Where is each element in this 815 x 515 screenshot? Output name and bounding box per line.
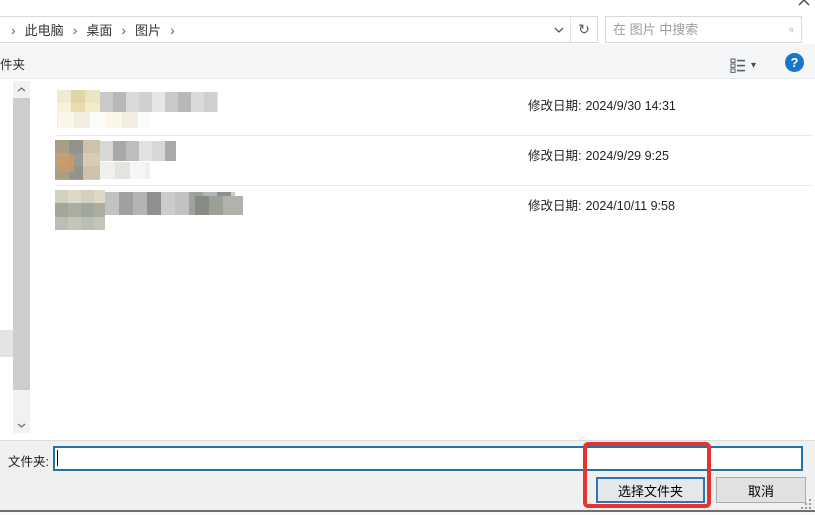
breadcrumb-desktop[interactable]: 桌面 — [86, 20, 112, 39]
row-divider — [57, 185, 813, 186]
modified-date: 修改日期:2024/9/30 14:31 — [528, 95, 676, 114]
search-icon[interactable] — [789, 23, 794, 37]
file-list[interactable] — [0, 79, 815, 439]
chevron-down-icon — [554, 27, 564, 33]
folder-name-censored[interactable] — [100, 141, 176, 161]
new-folder-button-partial[interactable]: 件夹 — [0, 54, 25, 73]
modified-date: 修改日期:2024/9/29 9:25 — [528, 145, 669, 164]
refresh-icon: ↻ — [578, 21, 590, 38]
folder-name-input[interactable] — [53, 446, 803, 471]
close-icon[interactable] — [797, 0, 813, 9]
breadcrumb-this-pc[interactable]: 此电脑 — [25, 20, 64, 39]
cancel-button[interactable]: 取消 — [716, 477, 806, 503]
vertical-scrollbar[interactable] — [13, 81, 30, 433]
chevron-down-icon: ▾ — [751, 60, 756, 71]
search-input[interactable] — [613, 22, 789, 37]
chevron-right-icon: › — [2, 23, 25, 37]
modified-date: 修改日期:2024/10/11 9:58 — [528, 195, 675, 214]
row-divider — [57, 135, 813, 136]
scroll-down-button[interactable] — [13, 417, 30, 433]
chevron-right-icon[interactable]: › — [161, 23, 184, 37]
folder-name-censored — [100, 162, 150, 179]
chevron-up-icon — [17, 87, 26, 92]
scrollbar-thumb[interactable] — [13, 98, 30, 390]
select-folder-button[interactable]: 选择文件夹 — [596, 477, 705, 503]
folder-name-label: 文件夹: — [8, 451, 49, 470]
breadcrumb: › 此电脑 › 桌面 › 图片 › — [0, 20, 184, 39]
address-dropdown-button[interactable] — [548, 17, 570, 42]
folder-name-censored — [195, 196, 243, 215]
chevron-right-icon[interactable]: › — [112, 23, 135, 37]
breadcrumb-pictures[interactable]: 图片 — [135, 20, 161, 39]
chevron-down-icon — [17, 423, 26, 428]
view-mode-button[interactable]: ▾ — [723, 53, 763, 77]
folder-thumbnail-censored[interactable] — [55, 190, 105, 230]
search-box[interactable] — [605, 16, 802, 43]
text-caret — [57, 450, 58, 466]
details-view-icon — [730, 58, 746, 73]
dialog-toolbar — [0, 44, 815, 79]
select-folder-dialog: › 此电脑 › 桌面 › 图片 › ↻ 件夹 — [0, 0, 815, 515]
nav-pane-fragment — [0, 330, 13, 357]
question-mark-icon: ? — [791, 55, 799, 70]
chevron-right-icon[interactable]: › — [64, 23, 87, 37]
refresh-button[interactable]: ↻ — [571, 17, 597, 42]
scroll-up-button[interactable] — [13, 81, 30, 97]
help-button[interactable]: ? — [785, 53, 804, 72]
folder-name-censored[interactable] — [100, 92, 218, 112]
address-bar[interactable]: › 此电脑 › 桌面 › 图片 › ↻ — [0, 16, 598, 43]
folder-name-censored — [58, 112, 150, 128]
folder-thumbnail-censored — [57, 156, 74, 172]
